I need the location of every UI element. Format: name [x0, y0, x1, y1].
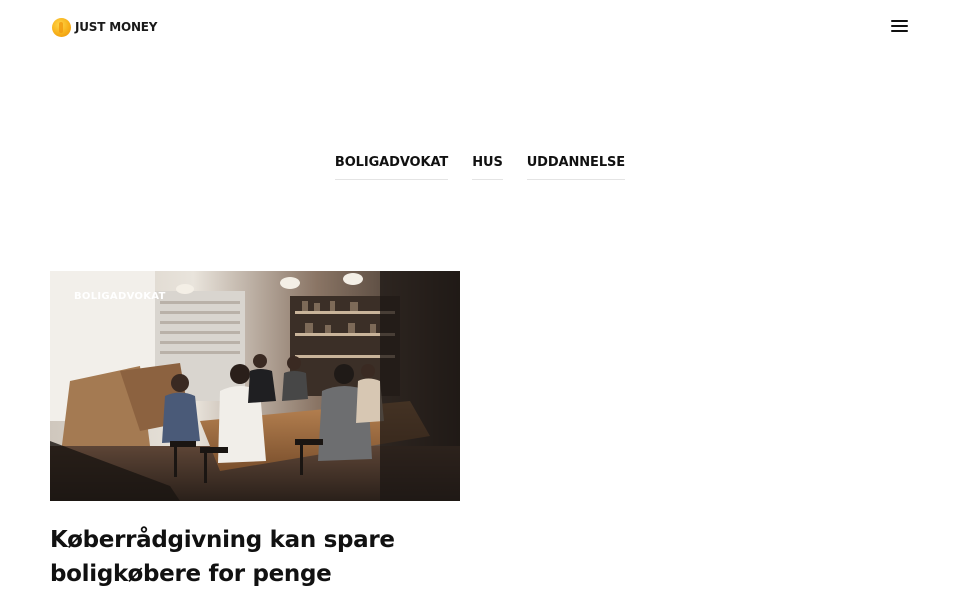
article-title[interactable]: Køberrådgivning kan spare boligkøbere fo… [50, 523, 470, 591]
tag-link-boligadvokat[interactable]: BOLIGADVOKAT [334, 155, 448, 180]
tag-link-hus[interactable]: HUS [472, 155, 503, 180]
menu-line [891, 20, 908, 22]
logo-text: JUST MONEY [75, 20, 158, 34]
site-header: JUST MONEY [0, 0, 960, 54]
article-category[interactable]: BOLIGADVOKAT [74, 291, 166, 302]
office-meeting-photo [50, 271, 460, 501]
menu-line [891, 30, 908, 32]
menu-line [891, 25, 908, 27]
article-image[interactable]: BOLIGADVOKAT [50, 271, 460, 501]
article-card[interactable]: BOLIGADVOKAT Køberrådgivning kan spare b… [50, 271, 460, 587]
coin-logo-icon [52, 17, 71, 37]
tag-link-uddannelse[interactable]: UDDANNELSE [526, 155, 625, 180]
site-logo[interactable]: JUST MONEY [52, 16, 157, 38]
tag-navigation: BOLIGADVOKAT HUS UDDANNELSE [0, 155, 960, 180]
hamburger-menu-icon[interactable] [891, 18, 909, 34]
